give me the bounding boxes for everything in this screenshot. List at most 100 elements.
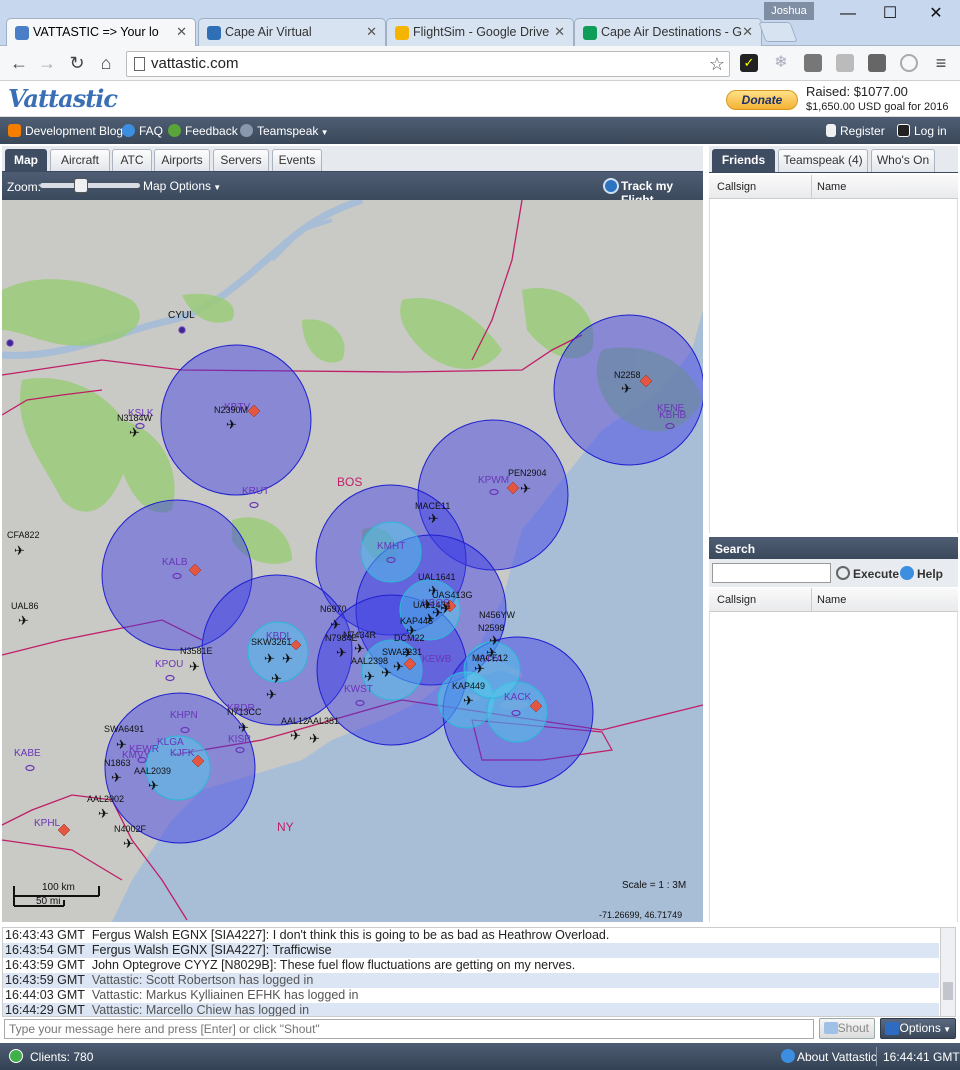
vattastic-logo[interactable]: Vattastic (8, 84, 118, 113)
map-canvas[interactable]: BOS NY CYUL KSLK KBTV KRUT KALB KPOU KBD… (2, 200, 703, 922)
aircraft-icon[interactable]: ✈ (463, 693, 474, 709)
forward-arrow-icon[interactable]: → (36, 52, 58, 74)
help-button[interactable]: Help (917, 567, 943, 581)
close-window-icon[interactable]: ✕ (926, 4, 946, 24)
aircraft-icon[interactable]: ✈ (393, 659, 404, 675)
browser-tab-google-drive[interactable]: FlightSim - Google Drive ✕ (386, 18, 574, 46)
register-link[interactable]: Register (826, 124, 885, 138)
reload-icon[interactable]: ↻ (66, 52, 88, 74)
tab-servers[interactable]: Servers (213, 149, 269, 171)
tab-events[interactable]: Events (272, 149, 322, 171)
chat-scrollbar-thumb[interactable] (943, 982, 953, 1000)
airport-label[interactable]: KLGA (157, 737, 184, 748)
aircraft-icon[interactable]: ✈ (189, 659, 200, 675)
maximize-icon[interactable]: ☐ (880, 4, 900, 24)
aircraft-icon[interactable]: ✈ (282, 651, 293, 667)
address-bar[interactable]: vattastic.com ☆ (126, 51, 730, 77)
airport-label[interactable]: KHPN (170, 710, 198, 721)
extension-shield-icon[interactable] (804, 54, 822, 72)
donate-button[interactable]: Donate (726, 90, 798, 110)
aircraft-label[interactable]: N2598 (478, 623, 505, 633)
aircraft-icon[interactable]: ✈ (14, 543, 25, 559)
aircraft-icon[interactable]: ✈ (381, 665, 392, 681)
airport-label[interactable]: KPHL (34, 818, 60, 829)
aircraft-label[interactable]: N3581E (180, 646, 213, 656)
aircraft-label[interactable]: N4002F (114, 824, 146, 834)
airport-label[interactable]: KPOU (155, 659, 183, 670)
browser-tab-vattastic[interactable]: VATTASTIC => Your lo ✕ (6, 18, 196, 46)
aircraft-icon[interactable]: ✈ (226, 417, 237, 433)
menu-icon[interactable]: ≡ (930, 52, 952, 74)
extension-check-icon[interactable]: ✓ (740, 54, 758, 72)
aircraft-icon[interactable]: ✈ (309, 731, 320, 747)
airport-label[interactable]: KABE (14, 748, 41, 759)
extension-cast-icon[interactable] (836, 54, 854, 72)
aircraft-icon[interactable]: ✈ (271, 671, 282, 687)
browser-tab-cape-air-virtual[interactable]: Cape Air Virtual ✕ (198, 18, 386, 46)
map-options-button[interactable]: Map Options ▼ (143, 179, 221, 193)
aircraft-icon[interactable]: ✈ (336, 645, 347, 661)
aircraft-label[interactable]: UAL86 (11, 601, 39, 611)
aircraft-icon[interactable]: ✈ (474, 661, 485, 677)
shout-button[interactable]: Shout (819, 1018, 875, 1039)
airport-label[interactable]: KWST (344, 684, 373, 695)
aircraft-icon[interactable]: ✈ (354, 641, 365, 657)
aircraft-label[interactable]: N3184W (117, 413, 152, 423)
aircraft-label[interactable]: N7434R (343, 630, 376, 640)
nav-faq[interactable]: FAQ (122, 124, 163, 138)
airport-label[interactable]: CYUL (168, 310, 195, 321)
options-button[interactable]: Options ▼ (880, 1018, 956, 1039)
tab-friends[interactable]: Friends (712, 149, 775, 172)
extension-snowflake-icon[interactable]: ❄ (772, 54, 790, 72)
column-callsign[interactable]: Callsign (717, 181, 756, 193)
aircraft-label[interactable]: AAL381 (307, 716, 339, 726)
airport-label[interactable]: KJFK (170, 748, 194, 759)
close-tab-icon[interactable]: ✕ (554, 24, 565, 40)
aircraft-icon[interactable]: ✈ (116, 737, 127, 753)
aircraft-label[interactable]: MACE11 (415, 501, 450, 511)
close-tab-icon[interactable]: ✕ (742, 24, 753, 40)
zoom-slider-handle[interactable] (74, 178, 88, 193)
extension-circle-icon[interactable] (900, 54, 918, 72)
close-tab-icon[interactable]: ✕ (176, 24, 187, 40)
tab-airports[interactable]: Airports (154, 149, 210, 171)
aircraft-icon[interactable]: ✈ (266, 687, 277, 703)
chat-scrollbar[interactable] (940, 928, 955, 1016)
profile-badge[interactable]: Joshua (764, 2, 814, 20)
aircraft-label[interactable]: N2258 (614, 370, 641, 380)
tab-aircraft[interactable]: Aircraft (50, 149, 110, 171)
nav-teamspeak[interactable]: Teamspeak ▼ (240, 124, 329, 138)
chat-input[interactable] (4, 1019, 814, 1039)
tab-map[interactable]: Map (5, 149, 47, 171)
airport-label[interactable]: KMHT (377, 541, 405, 552)
aircraft-icon[interactable]: ✈ (364, 669, 375, 685)
airport-label[interactable]: KBHB (659, 410, 686, 421)
aircraft-label[interactable]: N713CC (227, 707, 262, 717)
aircraft-label[interactable]: CFA822 (7, 530, 40, 540)
minimize-icon[interactable]: — (838, 4, 858, 24)
aircraft-icon[interactable]: ✈ (98, 806, 109, 822)
home-icon[interactable]: ⌂ (95, 52, 117, 74)
aircraft-label[interactable]: N1863 (104, 758, 131, 768)
column-callsign[interactable]: Callsign (717, 594, 756, 606)
track-flight-icon[interactable] (603, 178, 619, 194)
tab-whos-on[interactable]: Who's On (871, 149, 935, 172)
close-tab-icon[interactable]: ✕ (366, 24, 377, 40)
aircraft-label[interactable]: AAL12 (281, 716, 308, 726)
tab-atc[interactable]: ATC (112, 149, 152, 171)
login-link[interactable]: Log in (897, 124, 947, 138)
aircraft-label[interactable]: PEN2904 (508, 468, 547, 478)
airport-label[interactable]: KRUT (242, 486, 269, 497)
aircraft-icon[interactable]: ✈ (486, 645, 497, 661)
aircraft-label[interactable]: SWA6491 (104, 724, 144, 734)
aircraft-label[interactable]: AAL2902 (87, 794, 124, 804)
airport-label[interactable]: KALB (162, 557, 188, 568)
aircraft-icon[interactable]: ✈ (432, 605, 443, 621)
aircraft-label[interactable]: N6970 (320, 604, 347, 614)
aircraft-label[interactable]: N2390M (214, 405, 248, 415)
aircraft-icon[interactable]: ✈ (148, 778, 159, 794)
nav-feedback[interactable]: Feedback (168, 124, 238, 138)
aircraft-icon[interactable]: ✈ (238, 720, 249, 736)
tab-teamspeak[interactable]: Teamspeak (4) (778, 149, 868, 172)
zoom-slider[interactable] (40, 183, 140, 188)
